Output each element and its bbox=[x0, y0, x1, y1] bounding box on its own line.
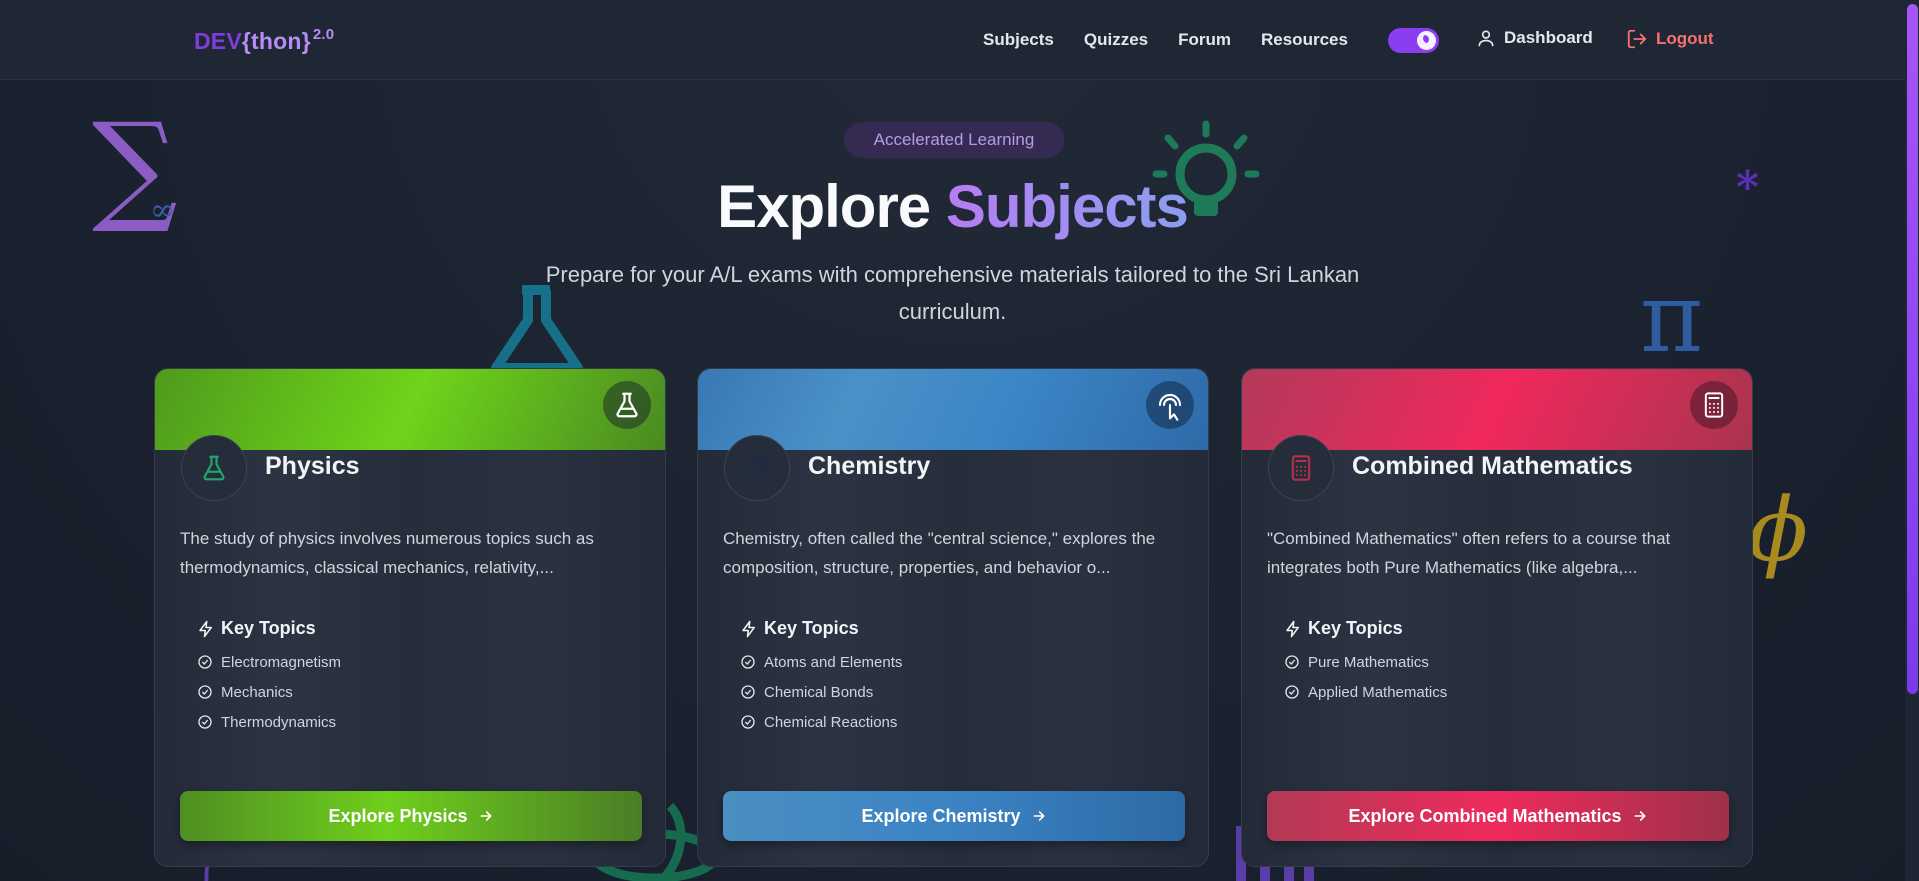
logo-main: {thon} bbox=[241, 28, 311, 54]
hero-badge: Accelerated Learning bbox=[844, 122, 1064, 158]
subject-title: Physics bbox=[265, 452, 360, 480]
topic-label: Pure Mathematics bbox=[1308, 653, 1429, 671]
nav-link-forum[interactable]: Forum bbox=[1178, 30, 1231, 50]
flask-icon bbox=[203, 455, 225, 481]
key-topics: Key Topics Pure Mathematics Applied Math… bbox=[1284, 618, 1447, 707]
button-label: Explore Physics bbox=[328, 805, 468, 826]
logout-link[interactable]: Logout bbox=[1626, 28, 1714, 50]
explore-chemistry-button[interactable]: Explore Chemistry bbox=[723, 791, 1185, 841]
subject-avatar bbox=[1268, 435, 1334, 501]
check-circle-icon bbox=[198, 685, 212, 699]
subject-title: Combined Mathematics bbox=[1352, 452, 1633, 480]
logo-version: 2.0 bbox=[312, 26, 335, 43]
topic-label: Thermodynamics bbox=[221, 713, 337, 731]
check-circle-icon bbox=[1285, 655, 1299, 669]
topic-label: Chemical Reactions bbox=[764, 713, 898, 731]
check-circle-icon bbox=[1285, 685, 1299, 699]
scrollbar-thumb[interactable] bbox=[1907, 4, 1918, 694]
page-title: Explore Subjects bbox=[0, 172, 1905, 241]
flask-icon bbox=[603, 381, 651, 429]
key-topics-heading: Key Topics bbox=[1284, 618, 1447, 639]
topic-label: Electromagnetism bbox=[221, 653, 342, 671]
subject-avatar bbox=[181, 435, 247, 501]
topic-label: Atoms and Elements bbox=[764, 653, 903, 671]
nav-link-quizzes[interactable]: Quizzes bbox=[1084, 30, 1148, 50]
topic-item: Thermodynamics bbox=[197, 707, 341, 737]
phi-decoration: ϕ bbox=[1748, 478, 1808, 581]
logout-label: Logout bbox=[1656, 29, 1714, 48]
pointer-click-icon bbox=[745, 456, 769, 484]
logo[interactable]: DEV{thon} 2.0 bbox=[194, 26, 334, 55]
arrow-right-icon bbox=[480, 811, 491, 821]
key-topics: Key Topics Electromagnetism Mechanics Th… bbox=[197, 618, 341, 737]
topic-item: Mechanics bbox=[197, 677, 341, 707]
subject-card-chemistry: Chemistry Chemistry, often called the "c… bbox=[697, 368, 1209, 867]
explore-physics-button[interactable]: Explore Physics bbox=[180, 791, 642, 841]
subject-description: Chemistry, often called the "central sci… bbox=[723, 529, 1156, 577]
subject-card-physics: Physics The study of physics involves nu… bbox=[154, 368, 666, 867]
card-banner bbox=[155, 369, 665, 450]
check-circle-icon bbox=[741, 715, 755, 729]
topic-label: Mechanics bbox=[221, 683, 293, 701]
topic-item: Chemical Bonds bbox=[740, 677, 902, 707]
check-circle-icon bbox=[198, 715, 212, 729]
lightning-icon bbox=[742, 620, 755, 637]
lightning-icon bbox=[1286, 620, 1299, 637]
check-circle-icon bbox=[741, 685, 755, 699]
nav-link-subjects[interactable]: Subjects bbox=[983, 30, 1054, 50]
topic-item: Chemical Reactions bbox=[740, 707, 902, 737]
page-title-accent: Subjects bbox=[945, 173, 1189, 240]
logo-prefix: DEV bbox=[194, 28, 242, 54]
scrollbar[interactable] bbox=[1905, 0, 1919, 881]
arrow-right-icon bbox=[1033, 811, 1044, 821]
topic-label: Applied Mathematics bbox=[1308, 683, 1448, 701]
moon-icon bbox=[1417, 31, 1436, 50]
topic-item: Pure Mathematics bbox=[1284, 647, 1447, 677]
card-banner bbox=[698, 369, 1208, 450]
button-label: Explore Combined Mathematics bbox=[1348, 805, 1622, 826]
navbar: DEV{thon} 2.0 Subjects Quizzes Forum Reso… bbox=[0, 0, 1905, 80]
key-topics-heading: Key Topics bbox=[740, 618, 902, 639]
button-label: Explore Chemistry bbox=[861, 805, 1021, 826]
topic-item: Electromagnetism bbox=[197, 647, 341, 677]
theme-toggle[interactable] bbox=[1388, 28, 1439, 53]
subject-description: "Combined Mathematics" often refers to a… bbox=[1267, 529, 1671, 577]
arrow-right-icon bbox=[1634, 811, 1645, 821]
subject-avatar bbox=[724, 435, 790, 501]
topic-item: Atoms and Elements bbox=[740, 647, 902, 677]
dashboard-link[interactable]: Dashboard bbox=[1476, 28, 1593, 48]
hero-subtitle: Prepare for your A/L exams with comprehe… bbox=[545, 262, 1360, 324]
check-circle-icon bbox=[741, 655, 755, 669]
explore-combined-mathematics-button[interactable]: Explore Combined Mathematics bbox=[1267, 791, 1729, 841]
key-topics-label: Key Topics bbox=[221, 618, 316, 638]
topic-label: Chemical Bonds bbox=[764, 683, 874, 701]
subject-description: The study of physics involves numerous t… bbox=[180, 529, 594, 577]
key-topics-heading: Key Topics bbox=[197, 618, 341, 639]
subject-title: Chemistry bbox=[808, 452, 931, 480]
key-topics: Key Topics Atoms and Elements Chemical B… bbox=[740, 618, 902, 737]
check-circle-icon bbox=[198, 655, 212, 669]
key-topics-label: Key Topics bbox=[764, 618, 859, 638]
pi-decoration: π bbox=[1640, 262, 1704, 374]
key-topics-label: Key Topics bbox=[1308, 618, 1403, 638]
lightning-icon bbox=[199, 620, 212, 637]
topic-item: Applied Mathematics bbox=[1284, 677, 1447, 707]
nav-link-resources[interactable]: Resources bbox=[1261, 30, 1348, 50]
dashboard-label: Dashboard bbox=[1504, 28, 1593, 47]
calculator-icon bbox=[1690, 381, 1738, 429]
nav-links: Subjects Quizzes Forum Resources bbox=[983, 30, 1348, 50]
pointer-click-icon bbox=[1146, 381, 1194, 429]
page-title-main: Explore bbox=[717, 173, 931, 240]
user-icon bbox=[1478, 30, 1494, 47]
subject-card-combined-mathematics: Combined Mathematics "Combined Mathemati… bbox=[1241, 368, 1753, 867]
card-banner bbox=[1242, 369, 1752, 450]
logout-icon bbox=[1627, 29, 1647, 49]
calculator-icon bbox=[1291, 455, 1311, 481]
